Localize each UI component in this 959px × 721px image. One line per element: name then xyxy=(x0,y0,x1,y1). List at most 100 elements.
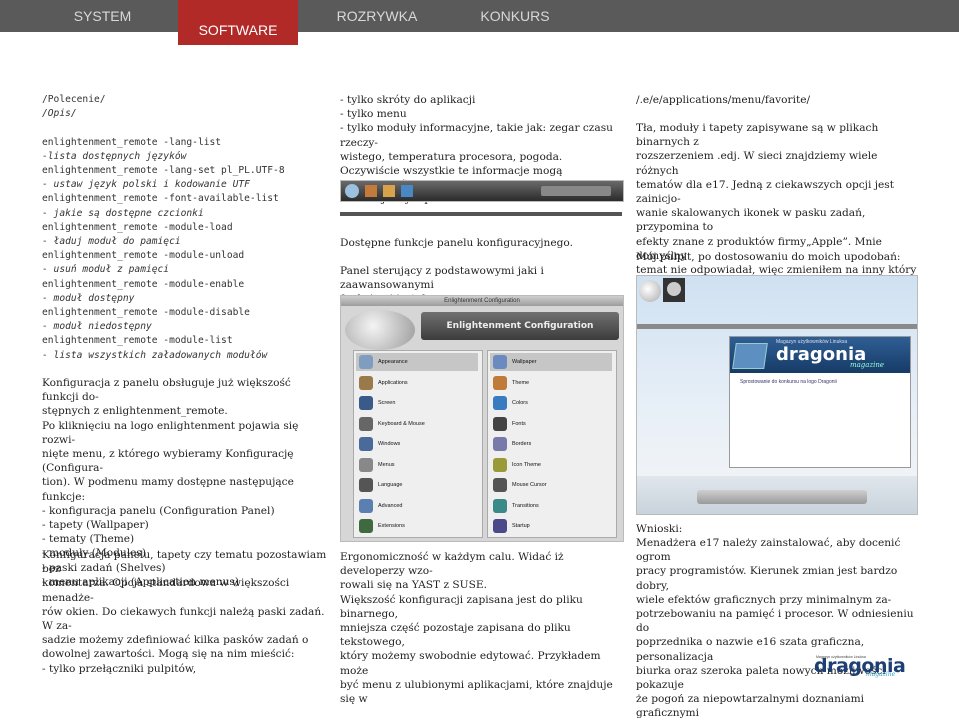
list-item-label: Windows xyxy=(378,441,401,447)
shelf-screenshot xyxy=(340,180,624,202)
text-line: komentarza. Opcja standardowa w większoś… xyxy=(42,577,290,604)
text-line: Tła, moduły i tapety zapisywane są w pli… xyxy=(636,122,879,149)
desktop-caption: Mój pulpit, po dostosowaniu do moich upo… xyxy=(636,251,901,263)
box-art-icon xyxy=(732,343,768,369)
list-item-label: Borders xyxy=(512,441,532,447)
nav-tab-software[interactable]: SOFTWARE xyxy=(178,0,298,45)
dialog-heading: Enlightenment Configuration xyxy=(421,312,619,340)
article-paragraph-8: Mój pulpit, po dostosowaniu do moich upo… xyxy=(636,250,921,264)
list-item-icon xyxy=(493,355,507,369)
list-item-icon xyxy=(359,375,373,390)
list-item-label: Applications xyxy=(378,379,408,386)
text-line: Konfiguracja z panelu obsługuje już więk… xyxy=(42,377,291,404)
article-paragraph-9: Menadżera e17 należy zainstalować, aby d… xyxy=(636,536,921,721)
text-line: - tematy (Theme) xyxy=(42,533,135,546)
command-line: enlightenment_remote -module-disable xyxy=(42,307,250,319)
dialog-list-item[interactable]: Appearance xyxy=(356,353,478,371)
text-line: rozszerzeniem .edj. W sieci znajdziemy w… xyxy=(636,150,878,177)
text-line: wiele efektów graficznych przy minimalny… xyxy=(636,593,892,606)
command-description: - usuń moduł z pamięci xyxy=(42,264,170,276)
command-line: enlightenment_remote -module-list xyxy=(42,335,233,347)
dock xyxy=(697,490,867,504)
dialog-list-item[interactable]: Borders xyxy=(490,435,612,453)
text-line: - tylko przełączniki pulpitów, xyxy=(42,662,197,675)
list-item-label: Colors xyxy=(512,400,528,406)
text-line: tematów dla e17. Jedną z ciekawszych opc… xyxy=(636,178,894,206)
list-item-icon xyxy=(493,375,507,390)
command-line: /Polecenie/ xyxy=(42,94,106,105)
shelf-app-icon xyxy=(383,185,395,197)
dialog-list-item[interactable]: Extensions xyxy=(356,517,478,535)
enlightenment-logo-icon xyxy=(345,310,415,350)
text-line: wanie skalowanych ikonek w pasku zadań, … xyxy=(636,207,866,234)
command-line xyxy=(42,121,327,135)
banner-sub: magazine xyxy=(850,361,885,369)
list-item-label: Icon Theme xyxy=(512,461,541,468)
shelf-pager xyxy=(541,186,611,196)
nav-tab-konkurs[interactable]: KONKURS xyxy=(456,0,574,32)
list-item-icon xyxy=(359,355,373,369)
list-item-icon xyxy=(493,396,507,410)
dialog-list-item[interactable]: Colors xyxy=(490,394,612,412)
text-line: dowolnej zawartości. Mogą się na nim mie… xyxy=(42,648,295,661)
banner-caption: Sprostowanie do konkursu na logo Dragoni… xyxy=(740,379,837,385)
conclusions-title: Wnioski: xyxy=(636,523,683,535)
moon-icon xyxy=(663,278,685,302)
list-item-icon xyxy=(359,437,373,451)
nav-tab-system[interactable]: SYSTEM xyxy=(40,0,165,32)
command-line: enlightenment_remote -module-unload xyxy=(42,250,245,262)
text-line: potrzebowaniu na pamięć i procesor. W od… xyxy=(636,608,914,635)
footer-logo: Magazyn użytkowników Linuksa dragonia ma… xyxy=(812,652,906,678)
desktop-screenshot: Magazyn użytkowników Linuksa dragonia ma… xyxy=(636,275,918,515)
text-line: Po kliknięciu na logo enlightenment poja… xyxy=(42,419,299,446)
command-description: - moduł dostępny xyxy=(42,292,135,304)
list-item-icon xyxy=(359,416,373,431)
dialog-list-item[interactable]: Wallpaper xyxy=(490,353,612,371)
list-item-label: Startup xyxy=(512,523,530,529)
item-list: Wallpaper Theme Colors Fonts Borders Icon The… xyxy=(487,350,617,538)
list-item-icon xyxy=(493,498,507,513)
list-item-icon xyxy=(359,498,373,513)
command-description: - jakie są dostępne czcionki xyxy=(42,207,204,219)
window-bar xyxy=(637,324,917,329)
list-item-icon xyxy=(493,519,507,533)
dialog-list-item[interactable]: Transitions xyxy=(490,497,612,515)
command-description: - lista wszystkich załadowanych modułów xyxy=(42,349,268,361)
list-item-label: Transitions xyxy=(512,502,539,509)
list-item-icon xyxy=(493,457,507,472)
text-line: - tapety (Wallpaper) xyxy=(42,519,149,532)
text-line: rowali się na YAST z SUSE. xyxy=(340,579,487,592)
dialog-list-item[interactable]: Fonts xyxy=(490,415,612,433)
text-line: rów okien. Do ciekawych funkcji należą p… xyxy=(42,605,325,633)
list-item-label: Mouse Cursor xyxy=(512,482,547,488)
dialog-list-item[interactable]: Theme xyxy=(490,374,612,392)
text-line: że pogoń za niepowtarzalnymi doznaniami … xyxy=(636,693,865,720)
dialog-list-item[interactable]: Windows xyxy=(356,435,478,453)
text-line: mniejsza część pozostaje zapisana do pli… xyxy=(340,622,571,649)
dialog-list-item[interactable]: Applications xyxy=(356,374,478,392)
text-line: Ergonomiczność w każdym calu. Widać iż d… xyxy=(340,551,564,578)
command-line: enlightenment_remote -module-enable xyxy=(42,278,245,290)
dialog-list-item[interactable]: Screen xyxy=(356,394,478,412)
list-item-label: Language xyxy=(378,482,403,488)
text-line: - konfiguracja panelu (Configuration Pan… xyxy=(42,504,275,517)
dialog-list-item[interactable]: Startup xyxy=(490,517,612,535)
browser-window: Magazyn użytkowników Linuksa dragonia ma… xyxy=(729,336,911,468)
text-line: - tylko skróty do aplikacji xyxy=(340,94,476,106)
text-line: sadzie możemy zdefiniować kilka pasków z… xyxy=(42,634,309,647)
dialog-list-item[interactable]: Menus xyxy=(356,456,478,474)
list-item-icon xyxy=(359,519,373,533)
command-line: enlightenment_remote -module-load xyxy=(42,221,233,233)
text-line: Większość konfiguracji zapisana jest do … xyxy=(340,593,583,620)
nav-tab-rozrywka[interactable]: ROZRYWKA xyxy=(318,0,436,32)
dialog-list-item[interactable]: Advanced xyxy=(356,497,478,515)
shelf-app-icon xyxy=(401,185,413,197)
dialog-list-item[interactable]: Mouse Cursor xyxy=(490,476,612,494)
text-line: pracy programistów. Kierunek zmian jest … xyxy=(636,565,898,592)
dialog-list-item[interactable]: Icon Theme xyxy=(490,456,612,474)
dialog-list-item[interactable]: Keyboard & Mouse xyxy=(356,415,478,433)
command-line: enlightenment_remote -font-available-lis… xyxy=(42,193,279,205)
list-item-icon xyxy=(359,457,373,472)
top-navigation: SYSTEM SOFTWARE ROZRYWKA KONKURS xyxy=(0,0,959,45)
dialog-list-item[interactable]: Language xyxy=(356,476,478,494)
